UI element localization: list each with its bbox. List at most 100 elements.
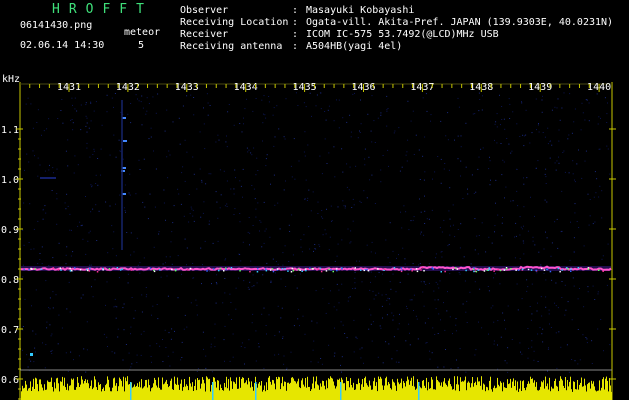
noise-bar: [417, 379, 418, 400]
noise-dot: [387, 257, 389, 259]
noise-dot: [111, 225, 113, 227]
noise-dot: [179, 143, 181, 145]
noise-dot: [497, 320, 499, 322]
carrier-speck: [89, 267, 91, 270]
noise-bar: [563, 385, 564, 400]
noise-dot: [385, 239, 387, 241]
noise-dot: [122, 359, 124, 361]
noise-bar: [92, 389, 93, 400]
noise-dot: [52, 291, 54, 293]
noise-dot: [480, 148, 482, 150]
noise-bar: [329, 379, 330, 400]
noise-dot: [262, 274, 264, 276]
noise-bar: [521, 391, 522, 400]
carrier-speck: [557, 267, 560, 270]
noise-bar: [152, 387, 153, 400]
noise-bar: [196, 390, 197, 400]
noise-dot: [574, 179, 575, 181]
noise-dot: [561, 190, 563, 192]
noise-bar: [215, 381, 216, 400]
noise-dot: [527, 286, 529, 288]
noise-dot: [129, 173, 131, 175]
noise-dot: [190, 94, 192, 96]
noise-dot: [274, 354, 276, 356]
noise-bar: [364, 378, 365, 400]
noise-dot: [370, 251, 372, 253]
noise-dot: [357, 137, 359, 139]
noise-dot: [597, 328, 599, 330]
noise-dot: [545, 296, 547, 298]
noise-dot: [114, 305, 116, 307]
noise-dot: [93, 110, 95, 112]
noise-dot: [208, 223, 210, 225]
noise-bar: [569, 381, 570, 400]
noise-dot: [448, 244, 450, 245]
noise-dot: [192, 156, 194, 158]
noise-dot: [92, 296, 94, 298]
noise-dot: [172, 222, 174, 224]
noise-bar: [443, 381, 444, 400]
noise-dot: [511, 150, 513, 152]
noise-dot: [274, 136, 276, 138]
noise-dot: [426, 218, 428, 220]
carrier-speck: [206, 270, 208, 272]
noise-dot: [33, 361, 35, 363]
noise-dot: [541, 333, 543, 335]
noise-bar: [184, 379, 185, 400]
noise-dot: [181, 357, 183, 358]
noise-bar: [91, 380, 92, 400]
noise-dot: [162, 263, 164, 265]
noise-dot: [44, 205, 46, 207]
noise-dot: [395, 361, 397, 363]
noise-dot: [460, 175, 461, 177]
noise-dot: [574, 360, 576, 362]
noise-dot: [542, 341, 544, 343]
carrier-speck: [465, 269, 467, 272]
noise-bar: [248, 377, 249, 400]
noise-bar: [543, 380, 544, 400]
noise-bar: [82, 379, 83, 400]
noise-dot: [263, 242, 265, 244]
noise-bar: [401, 378, 402, 400]
noise-bar: [89, 388, 90, 400]
noise-dot: [510, 152, 512, 154]
noise-dot: [130, 326, 132, 328]
noise-dot: [328, 249, 330, 251]
noise-dot: [545, 306, 547, 308]
noise-dot: [68, 281, 70, 283]
noise-dot: [41, 263, 43, 265]
noise-dot: [532, 240, 534, 242]
noise-dot: [200, 216, 202, 218]
noise-dot: [124, 210, 126, 211]
noise-dot: [474, 218, 476, 220]
noise-dot: [43, 130, 45, 132]
meteor-echo: [123, 140, 127, 142]
noise-dot: [485, 251, 487, 253]
noise-dot: [377, 117, 379, 119]
noise-bar: [71, 378, 72, 400]
noise-dot: [342, 171, 344, 173]
noise-dot: [263, 113, 264, 115]
noise-dot: [397, 328, 399, 330]
noise-dot: [200, 247, 202, 249]
noise-dot: [65, 352, 67, 354]
noise-dot: [554, 106, 556, 108]
noise-dot: [420, 233, 421, 235]
noise-dot: [494, 273, 496, 275]
noise-dot: [244, 108, 246, 110]
noise-dot: [86, 117, 88, 119]
noise-dot: [277, 202, 279, 204]
noise-dot: [364, 164, 366, 166]
carrier-speck: [223, 270, 225, 272]
noise-dot: [197, 368, 199, 370]
noise-dot: [96, 240, 98, 241]
noise-dot: [34, 347, 36, 349]
noise-dot: [441, 231, 443, 233]
noise-dot: [475, 349, 477, 351]
noise-dot: [516, 190, 518, 192]
freq-tick-label: 0.8: [1, 275, 19, 286]
noise-dot: [240, 185, 242, 187]
noise-bar: [539, 389, 540, 400]
noise-bar: [266, 382, 267, 400]
noise-dot: [153, 150, 154, 152]
